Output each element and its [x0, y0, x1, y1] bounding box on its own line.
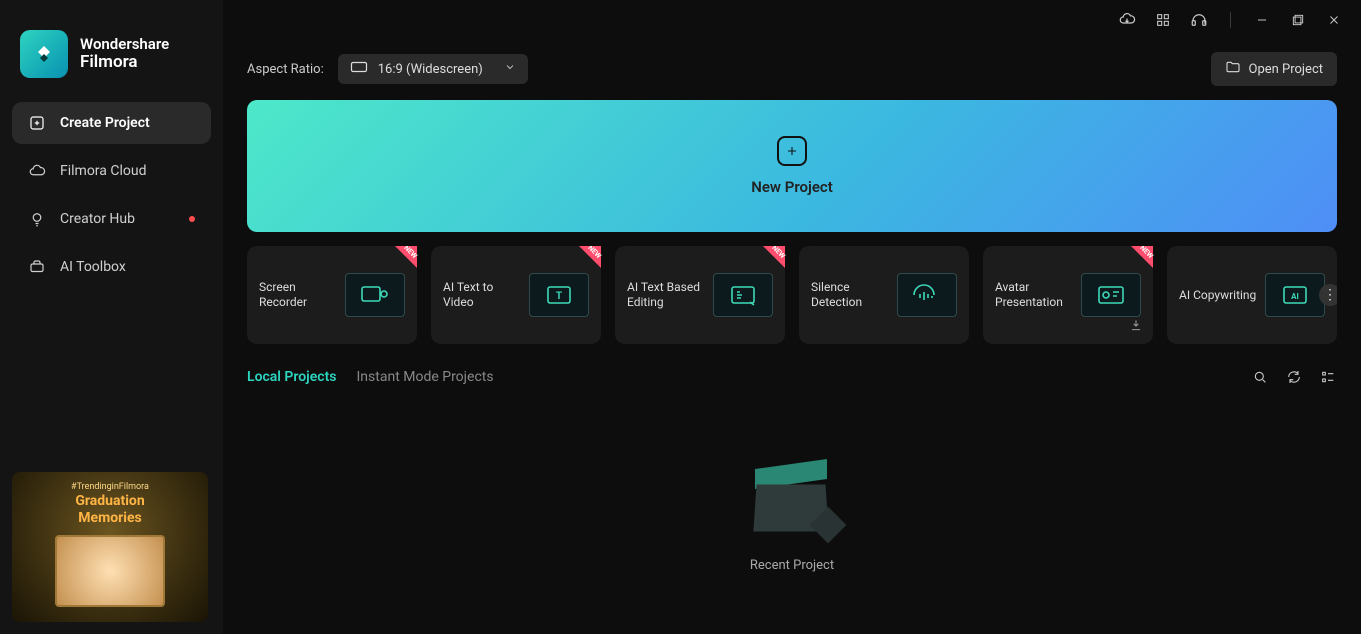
tile-label: Screen Recorder — [259, 280, 341, 310]
aspect-ratio-label: Aspect Ratio: — [247, 62, 324, 77]
list-view-icon[interactable] — [1319, 368, 1337, 386]
screen-recorder-icon — [345, 273, 405, 317]
tile-ai-copywriting[interactable]: AI Copywriting AI ⋮ — [1167, 246, 1337, 344]
logo-vendor: Wondershare — [80, 36, 169, 53]
cloud-icon — [28, 162, 46, 180]
folder-icon — [1225, 59, 1241, 79]
divider — [1230, 12, 1231, 28]
more-options-icon[interactable]: ⋮ — [1319, 284, 1337, 306]
tile-silence-detection[interactable]: Silence Detection — [799, 246, 969, 344]
sidebar-item-filmora-cloud[interactable]: Filmora Cloud — [12, 150, 211, 192]
project-tabs: Local Projects Instant Mode Projects — [247, 368, 1337, 386]
sidebar-item-ai-toolbox[interactable]: AI Toolbox — [12, 246, 211, 288]
download-icon — [1129, 317, 1143, 336]
tab-instant-mode-projects[interactable]: Instant Mode Projects — [357, 369, 494, 385]
logo-name: Filmora — [80, 53, 169, 72]
promo-thumbnail — [55, 535, 165, 607]
aspect-ratio-value: 16:9 (Widescreen) — [378, 62, 483, 77]
close-icon[interactable] — [1325, 11, 1343, 29]
promo-title-line2: Memories — [22, 511, 198, 526]
svg-text:AI: AI — [1291, 292, 1299, 301]
bulb-icon — [28, 210, 46, 228]
ai-copywriting-icon: AI — [1265, 273, 1325, 317]
sidebar-item-creator-hub[interactable]: Creator Hub — [12, 198, 211, 240]
text-to-video-icon: T — [529, 273, 589, 317]
silence-detection-icon — [897, 273, 957, 317]
chevron-down-icon — [504, 61, 516, 77]
promo-hashtag: #TrendinginFilmora — [22, 482, 198, 492]
text-editing-icon — [713, 273, 773, 317]
promo-banner[interactable]: #TrendinginFilmora Graduation Memories — [12, 472, 208, 622]
empty-box-icon — [737, 454, 847, 544]
app-logo: Wondershare Filmora — [12, 12, 211, 102]
sidebar-item-label: Creator Hub — [60, 211, 135, 227]
new-project-button[interactable]: New Project — [247, 100, 1337, 232]
tile-ai-text-to-video[interactable]: AI Text to Video T — [431, 246, 601, 344]
sidebar: Wondershare Filmora Create Project Filmo… — [0, 0, 223, 634]
apps-grid-icon[interactable] — [1154, 11, 1172, 29]
new-badge-icon — [763, 246, 785, 268]
ai-toolbox-icon — [28, 258, 46, 276]
new-badge-icon — [395, 246, 417, 268]
tile-label: AI Text Based Editing — [627, 280, 709, 310]
sidebar-item-label: Create Project — [60, 115, 150, 131]
search-icon[interactable] — [1251, 368, 1269, 386]
new-badge-icon — [1131, 246, 1153, 268]
refresh-icon[interactable] — [1285, 368, 1303, 386]
open-project-label: Open Project — [1249, 62, 1324, 77]
open-project-button[interactable]: Open Project — [1211, 52, 1338, 86]
cloud-download-icon[interactable] — [1118, 11, 1136, 29]
maximize-icon[interactable] — [1289, 11, 1307, 29]
tile-ai-text-based-editing[interactable]: AI Text Based Editing — [615, 246, 785, 344]
tile-avatar-presentation[interactable]: Avatar Presentation — [983, 246, 1153, 344]
feature-tiles: Screen Recorder AI Text to Video T AI Te… — [247, 246, 1337, 344]
notification-dot-icon — [189, 216, 195, 222]
sidebar-item-label: AI Toolbox — [60, 259, 126, 275]
svg-text:T: T — [556, 291, 562, 302]
sidebar-nav: Create Project Filmora Cloud Creator Hub… — [12, 102, 211, 288]
aspect-ratio-select[interactable]: 16:9 (Widescreen) — [338, 54, 528, 84]
promo-title-line1: Graduation — [22, 494, 198, 509]
minimize-icon[interactable] — [1253, 11, 1271, 29]
new-badge-icon — [579, 246, 601, 268]
headset-icon[interactable] — [1190, 11, 1208, 29]
topbar: Aspect Ratio: 16:9 (Widescreen) Open Pro… — [247, 52, 1337, 86]
plus-icon — [777, 136, 807, 166]
logo-text: Wondershare Filmora — [80, 36, 169, 71]
logo-icon — [20, 30, 68, 78]
widescreen-icon — [350, 61, 368, 77]
tile-label: Silence Detection — [811, 280, 893, 310]
sidebar-item-label: Filmora Cloud — [60, 163, 146, 179]
plus-square-icon — [28, 114, 46, 132]
empty-state: Recent Project — [247, 392, 1337, 634]
avatar-presentation-icon — [1081, 273, 1141, 317]
empty-state-label: Recent Project — [750, 558, 834, 573]
sidebar-item-create-project[interactable]: Create Project — [12, 102, 211, 144]
tile-label: Avatar Presentation — [995, 280, 1077, 310]
tab-local-projects[interactable]: Local Projects — [247, 369, 337, 385]
tile-screen-recorder[interactable]: Screen Recorder — [247, 246, 417, 344]
window-titlebar — [223, 0, 1361, 40]
new-project-label: New Project — [751, 178, 833, 196]
main-area: Aspect Ratio: 16:9 (Widescreen) Open Pro… — [223, 0, 1361, 634]
tile-label: AI Copywriting — [1179, 288, 1256, 303]
tile-label: AI Text to Video — [443, 280, 525, 310]
